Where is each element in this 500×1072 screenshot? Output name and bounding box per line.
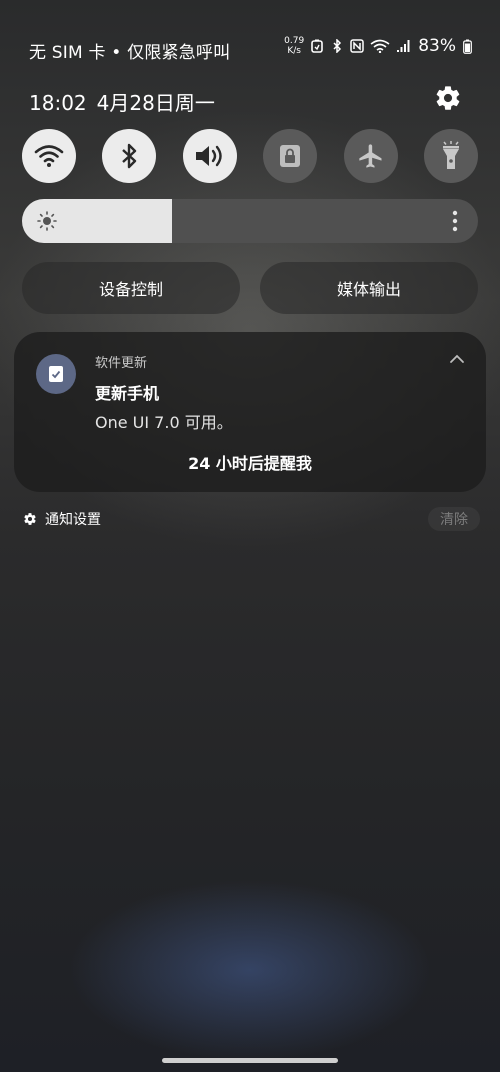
notification-settings-label: 通知设置 [45,512,101,528]
sound-toggle[interactable] [183,129,237,183]
airplane-icon [359,144,382,168]
rotation-lock-toggle[interactable] [263,129,317,183]
bluetooth-icon [330,39,344,53]
bluetooth-icon [122,143,137,169]
more-options-icon[interactable] [452,210,458,232]
data-saver-icon [310,39,324,53]
carrier-text: 无 SIM 卡 • 仅限紧急呼叫 [29,43,231,63]
notification-settings-button[interactable]: 通知设置 [23,509,101,529]
media-output-button[interactable]: 媒体输出 [260,262,478,314]
brightness-slider[interactable] [22,199,478,243]
battery-icon [462,39,472,54]
nfc-icon [350,39,364,53]
home-indicator[interactable] [162,1058,338,1063]
notification-card[interactable]: 软件更新 更新手机 One UI 7.0 可用。 24 小时后提醒我 [14,332,486,492]
net-speed-value: 0.79 [284,36,305,46]
wifi-icon [34,145,64,167]
signal-icon [396,39,410,53]
notification-app-name: 软件更新 [95,356,148,371]
date-text: 4月28日周一 [96,91,215,115]
settings-button[interactable] [434,84,462,112]
flashlight-toggle[interactable] [424,129,478,183]
lock-icon [280,145,300,167]
device-control-label: 设备控制 [98,280,163,299]
wifi-toggle[interactable] [22,129,76,183]
airplane-mode-toggle[interactable] [344,129,398,183]
clear-label: 清除 [440,512,468,528]
gear-icon [24,513,36,525]
clipboard-check-icon [49,366,63,382]
wifi-icon [370,39,390,53]
sun-icon [37,211,57,231]
battery-percent: 83% [418,36,456,56]
status-bar: 无 SIM 卡 • 仅限紧急呼叫 0.79 K/s 83% [0,0,500,63]
clear-button[interactable]: 清除 [428,507,480,531]
net-speed-unit: K/s [287,46,301,56]
remind-later-button[interactable]: 24 小时后提醒我 [14,450,486,474]
software-update-app-icon [36,354,76,394]
gear-icon [436,86,460,110]
notification-title: 更新手机 [95,384,160,403]
status-icons: 0.79 K/s 83% [284,36,472,56]
notification-body: One UI 7.0 可用。 [95,413,233,432]
clock-time: 18:02 [29,91,87,115]
quick-settings-row [22,129,478,183]
bluetooth-toggle[interactable] [102,129,156,183]
media-output-label: 媒体输出 [336,280,401,299]
chevron-up-icon[interactable] [448,352,466,366]
net-speed: 0.79 K/s [284,36,304,56]
flashlight-icon [443,141,459,169]
device-control-button[interactable]: 设备控制 [22,262,240,314]
date-time: 18:02 4月28日周一 [29,87,225,116]
volume-icon [196,145,222,167]
